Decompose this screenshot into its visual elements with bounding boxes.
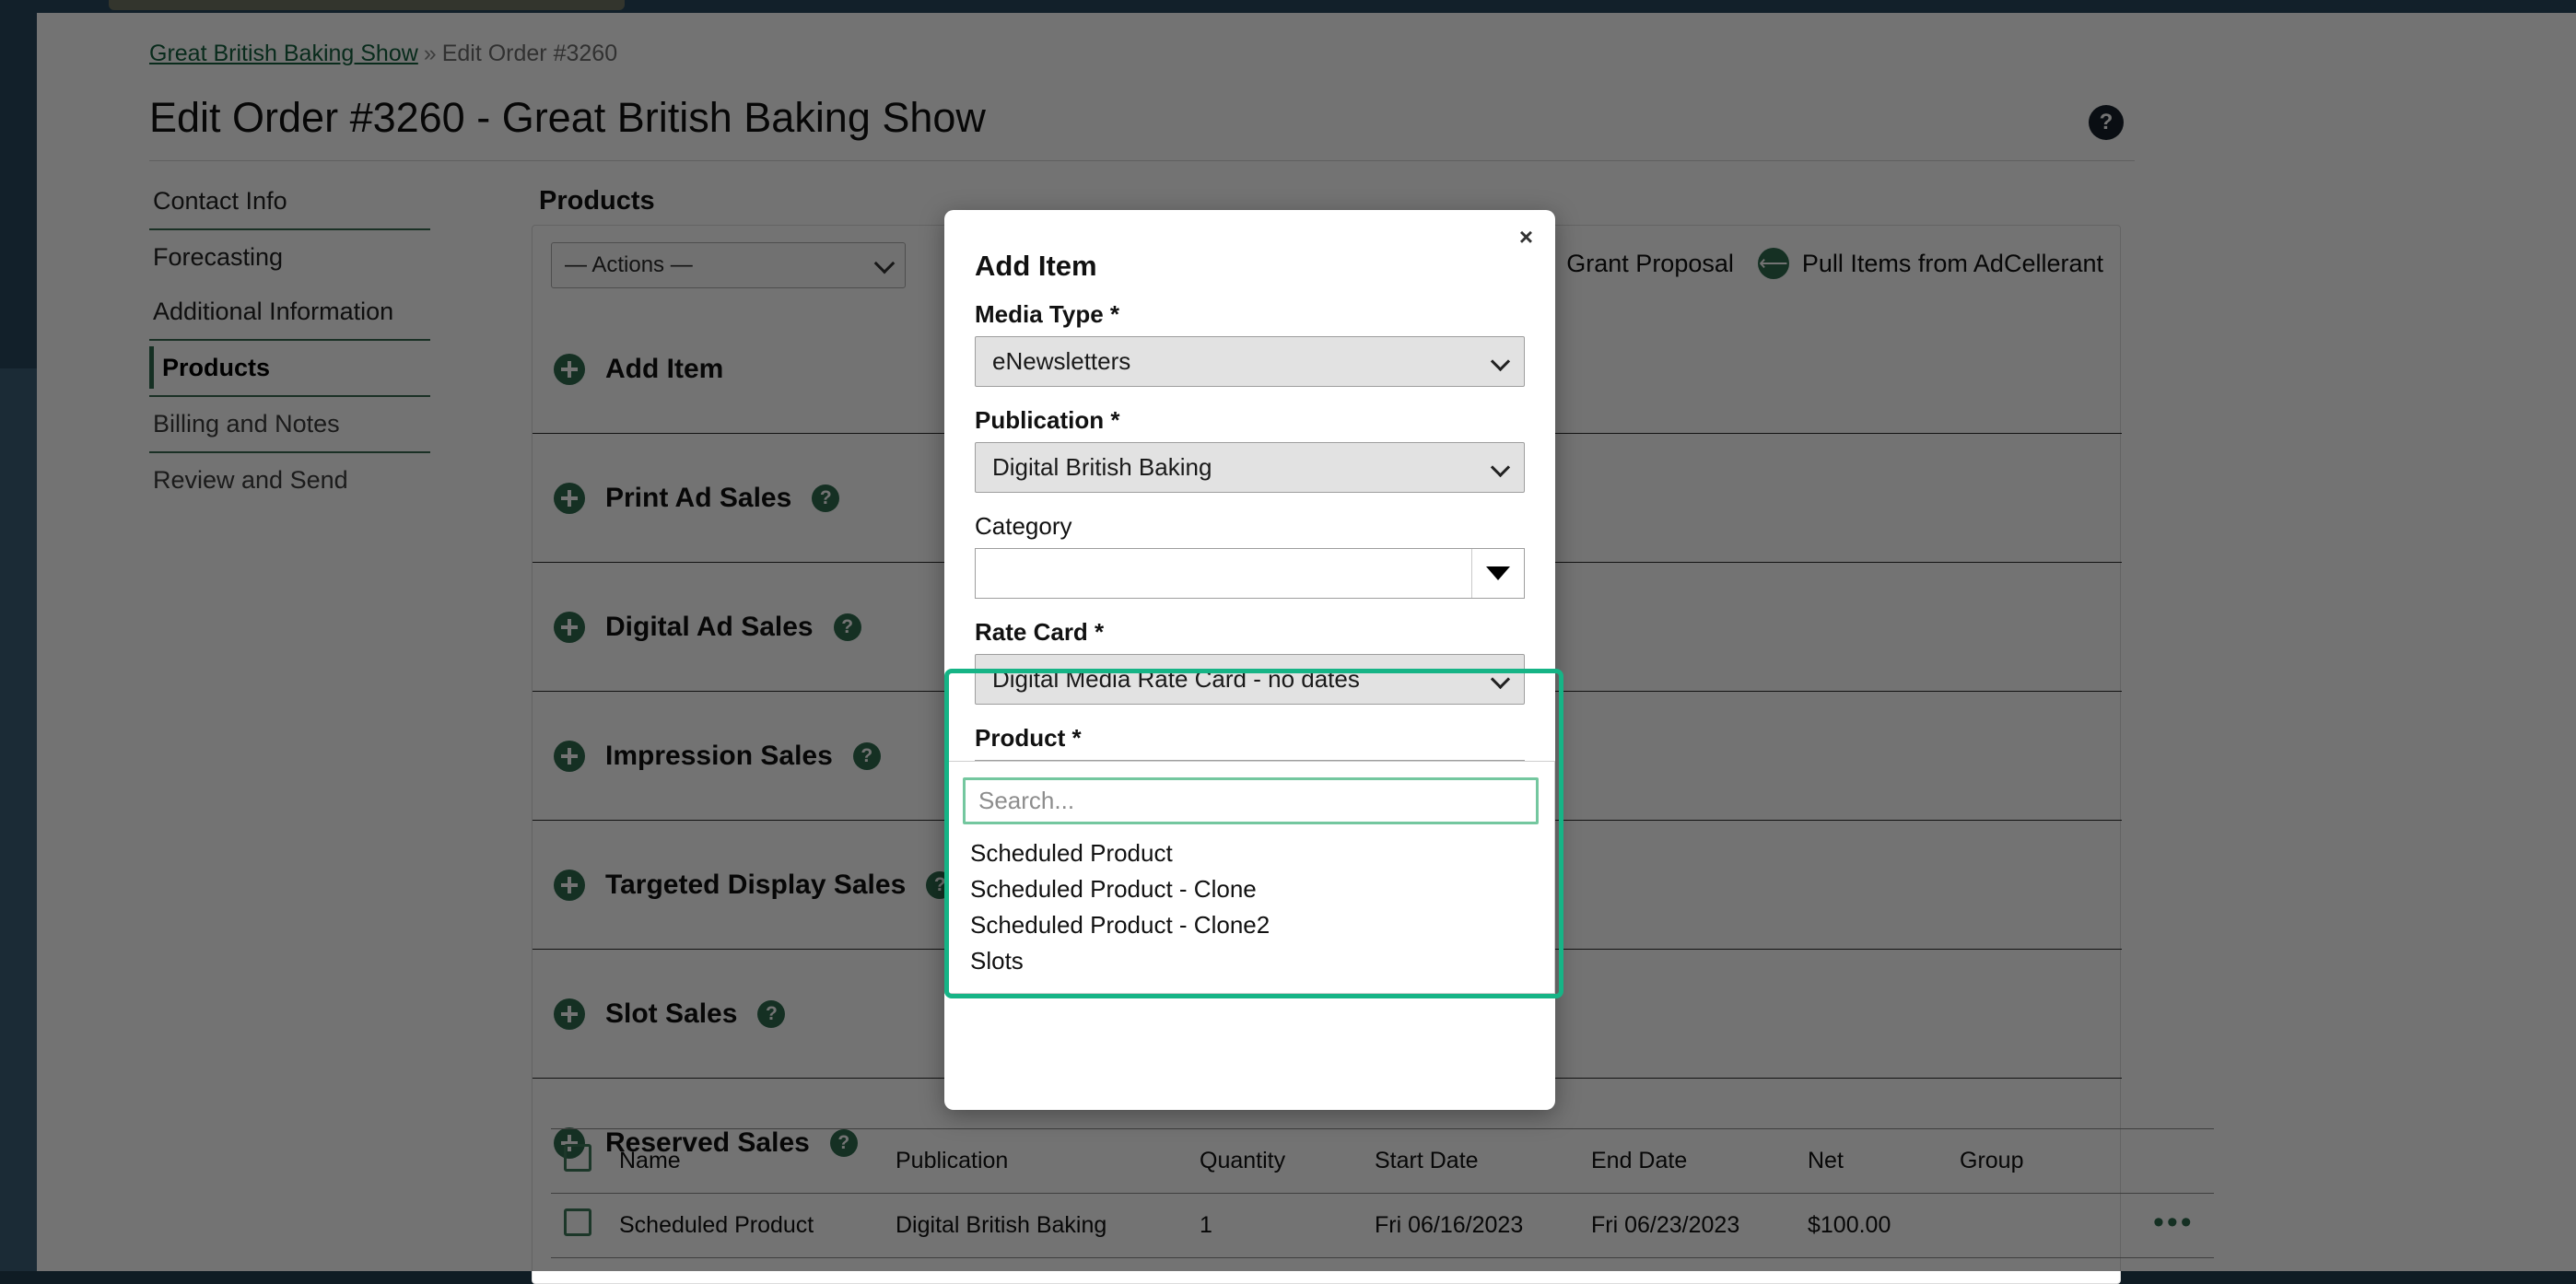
arrow-left-circle-icon: ⟵ <box>1757 248 1789 279</box>
row-checkbox[interactable] <box>564 1208 591 1236</box>
plus-circle-icon <box>554 482 585 514</box>
chevron-down-icon <box>873 252 896 274</box>
column-header-publication[interactable]: Publication <box>883 1129 1187 1194</box>
grant-proposal-label: Grant Proposal <box>1566 249 1734 277</box>
media-type-select[interactable]: eNewsletters <box>975 336 1525 387</box>
field-rate-card: Rate Card * Digital Media Rate Card - no… <box>975 618 1525 705</box>
plus-circle-icon <box>554 869 585 901</box>
product-option-list: Scheduled Product Scheduled Product - Cl… <box>945 835 1554 979</box>
grant-proposal-link[interactable]: Grant Proposal <box>1566 250 1734 278</box>
breadcrumb-separator: » <box>423 41 437 66</box>
product-label: Product * <box>975 724 1082 752</box>
help-icon[interactable]: ? <box>833 613 861 641</box>
publication-label: Publication * <box>975 406 1120 434</box>
publication-select[interactable]: Digital British Baking <box>975 442 1525 493</box>
field-media-type: Media Type * eNewsletters <box>975 300 1525 387</box>
plus-circle-icon <box>554 998 585 1030</box>
products-toolbar-links: Grant Proposal ⟵ Pull Items from AdCelle… <box>1566 248 2103 279</box>
sidebar-item-billing-and-notes[interactable]: Billing and Notes <box>149 397 430 451</box>
plus-circle-icon <box>554 740 585 772</box>
actions-select[interactable]: — Actions — <box>551 242 906 288</box>
table-header-row: Name Publication Quantity Start Date End… <box>551 1128 2214 1194</box>
breadcrumb: Great British Baking Show» Edit Order #32… <box>149 41 617 67</box>
sidebar-item-review-and-send[interactable]: Review and Send <box>149 453 430 508</box>
publication-value: Digital British Baking <box>992 453 1212 481</box>
column-header-start-date[interactable]: Start Date <box>1362 1129 1578 1194</box>
product-option-slots[interactable]: Slots <box>945 943 1554 979</box>
column-header-quantity[interactable]: Quantity <box>1187 1129 1362 1194</box>
cell-start-date: Fri 06/16/2023 <box>1375 1212 1524 1238</box>
order-items-table: Name Publication Quantity Start Date End… <box>551 1128 2214 1258</box>
rate-card-label: Rate Card * <box>975 618 1105 646</box>
cell-quantity: 1 <box>1200 1212 1212 1238</box>
products-panel-heading: Products <box>539 186 655 216</box>
accordion-label: Print Ad Sales <box>605 482 792 513</box>
plus-circle-icon <box>554 611 585 643</box>
table-body: Scheduled Product Digital British Baking… <box>551 1194 2214 1258</box>
help-icon[interactable]: ? <box>812 484 840 512</box>
sidebar-item-contact-info[interactable]: Contact Info <box>149 174 430 228</box>
chevron-down-icon <box>1490 351 1511 372</box>
cell-end-date: Fri 06/23/2023 <box>1591 1212 1740 1238</box>
accordion-label: Slot Sales <box>605 998 738 1029</box>
help-icon[interactable]: ? <box>852 741 881 770</box>
field-publication: Publication * Digital British Baking <box>975 406 1525 493</box>
category-value <box>976 549 1472 598</box>
select-all-cell <box>551 1129 606 1194</box>
product-dropdown-panel: Scheduled Product Scheduled Product - Cl… <box>944 761 1555 994</box>
category-combobox[interactable] <box>975 548 1525 599</box>
column-header-name[interactable]: Name <box>606 1129 883 1194</box>
sidebar-item-forecasting[interactable]: Forecasting <box>149 230 430 285</box>
row-select-cell <box>551 1194 606 1258</box>
browser-tab[interactable] <box>109 0 625 10</box>
pull-items-label: Pull Items from AdCellerant <box>1801 249 2103 277</box>
cell-name: Scheduled Product <box>619 1212 814 1238</box>
product-option-scheduled-product-clone[interactable]: Scheduled Product - Clone <box>945 871 1554 907</box>
sidebar-item-additional-information[interactable]: Additional Information <box>149 285 430 339</box>
field-category: Category <box>975 512 1525 599</box>
page-title: Edit Order #3260 - Great British Baking … <box>149 94 986 141</box>
plus-circle-icon <box>554 353 585 385</box>
rate-card-value: Digital Media Rate Card - no dates <box>992 665 1360 693</box>
modal-title: Add Item <box>975 250 1097 282</box>
rate-card-select[interactable]: Digital Media Rate Card - no dates <box>975 654 1525 705</box>
actions-select-value: — Actions — <box>565 252 693 277</box>
accordion-label: Add Item <box>605 353 724 384</box>
app-left-rail-lower <box>0 368 37 1271</box>
column-header-net[interactable]: Net <box>1795 1129 1947 1194</box>
media-type-label: Media Type * <box>975 300 1120 328</box>
cell-group <box>1947 1194 2140 1258</box>
breadcrumb-link-account[interactable]: Great British Baking Show <box>149 41 418 66</box>
row-actions-menu-icon[interactable]: ••• <box>2153 1205 2195 1240</box>
caret-down-icon[interactable] <box>1472 549 1524 598</box>
accordion-label: Digital Ad Sales <box>605 611 814 642</box>
chevron-down-icon <box>1490 669 1511 690</box>
category-label: Category <box>975 512 1072 540</box>
modal-body: Media Type * eNewsletters Publication * … <box>975 300 1525 830</box>
table-row[interactable]: Scheduled Product Digital British Baking… <box>551 1194 2214 1258</box>
title-divider <box>149 160 2135 161</box>
product-option-scheduled-product-clone2[interactable]: Scheduled Product - Clone2 <box>945 907 1554 943</box>
order-step-nav: Contact Info Forecasting Additional Info… <box>149 174 430 508</box>
media-type-value: eNewsletters <box>992 347 1131 375</box>
column-header-actions <box>2140 1129 2214 1194</box>
pull-items-from-adcellerant-link[interactable]: ⟵ Pull Items from AdCellerant <box>1757 248 2103 279</box>
help-icon[interactable]: ? <box>757 999 786 1028</box>
chevron-down-icon <box>1490 457 1511 478</box>
product-search-input[interactable] <box>963 777 1539 824</box>
accordion-label: Targeted Display Sales <box>605 869 907 900</box>
table-header: Name Publication Quantity Start Date End… <box>551 1128 2214 1194</box>
cell-publication: Digital British Baking <box>896 1212 1107 1238</box>
select-all-checkbox[interactable] <box>564 1144 591 1172</box>
product-option-scheduled-product[interactable]: Scheduled Product <box>945 835 1554 871</box>
cell-row-actions: ••• <box>2140 1194 2214 1258</box>
cell-net: $100.00 <box>1808 1212 1891 1238</box>
sidebar-item-products[interactable]: Products <box>149 341 430 395</box>
help-icon[interactable]: ? <box>2089 105 2124 140</box>
column-header-group[interactable]: Group <box>1947 1129 2140 1194</box>
close-icon[interactable]: × <box>1519 223 1533 251</box>
breadcrumb-current: Edit Order #3260 <box>441 41 618 66</box>
column-header-end-date[interactable]: End Date <box>1578 1129 1795 1194</box>
accordion-label: Impression Sales <box>605 740 833 771</box>
